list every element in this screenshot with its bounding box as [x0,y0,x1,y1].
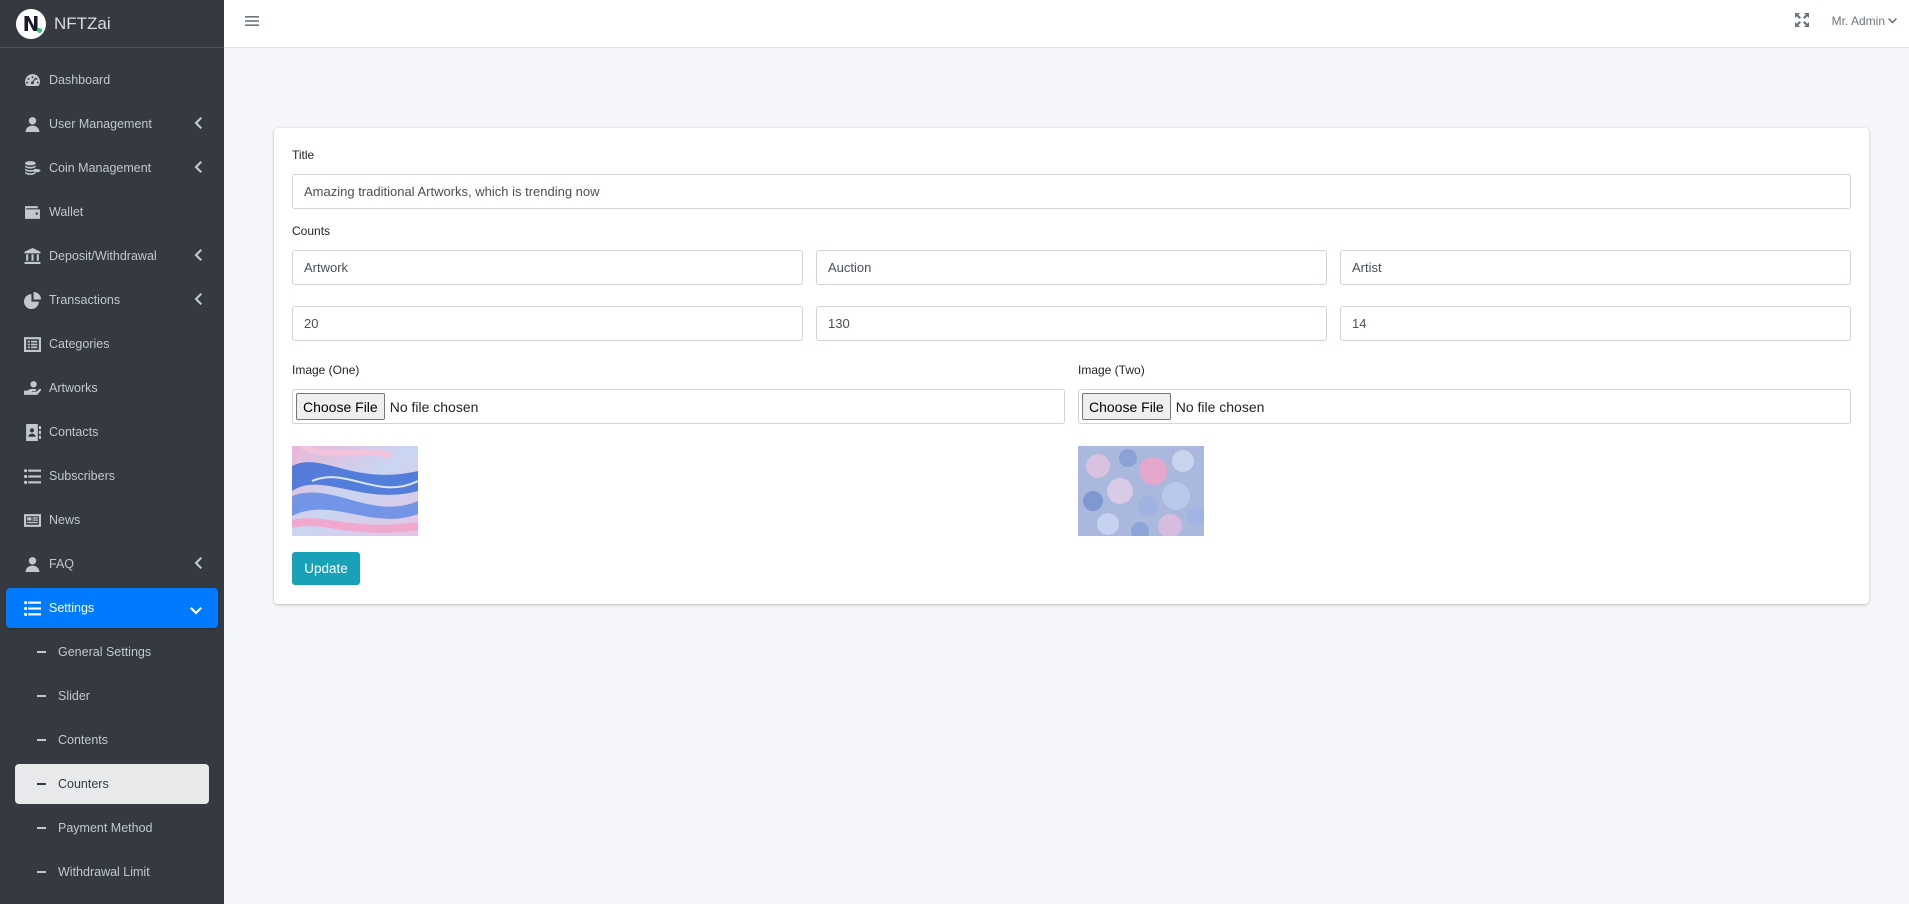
sidebar-item-categories[interactable]: Categories [6,324,218,364]
list-alt-icon [23,336,41,352]
sidebar-subitem-counters[interactable]: Counters [15,764,209,804]
sidebar-subitem-label: Slider [58,689,90,703]
sidebar-subitem-withdrawal-limit[interactable]: Withdrawal Limit [15,852,209,892]
dash-icon [37,782,46,786]
sidebar-subitem-label: Contents [58,733,109,747]
counts-label: Counts [292,224,331,238]
sidebar-subitem-label: Counters [58,777,109,791]
sidebar-item-coin-management[interactable]: Coin Management [6,148,218,188]
sidebar-item-label: Settings [49,601,95,615]
sidebar-subitem-contents[interactable]: Contents [15,720,209,760]
chevron-left-icon [194,117,202,129]
sidebar-item-label: Deposit/Withdrawal [49,249,157,263]
chevron-down-icon [190,603,202,615]
sidebar-subitem-payment-method[interactable]: Payment Method [15,808,209,848]
sidebar-item-faq[interactable]: FAQ [6,544,218,584]
sidebar-item-label: Contacts [49,425,99,439]
brand-name: NFTZai [54,13,111,33]
hand-holding-icon [23,380,41,396]
expand-arrows-icon[interactable] [1795,13,1809,27]
coins-icon [23,160,41,176]
sidebar: N NFTZai Dashboard User Management Coin … [0,0,224,904]
chevron-down-icon [1888,18,1897,24]
top-navbar: Mr. Admin [224,0,1909,48]
file-status-text: No file chosen [1175,398,1265,415]
sidebar-subitem-general-settings[interactable]: General Settings [15,632,209,672]
sidebar-item-wallet[interactable]: Wallet [6,192,218,232]
dash-icon [37,826,46,830]
sidebar-item-artworks[interactable]: Artworks [6,368,218,408]
sidebar-item-label: Transactions [49,293,121,307]
user-icon [23,116,41,132]
sidebar-item-label: FAQ [49,557,75,571]
newspaper-icon [23,512,41,528]
update-button[interactable]: Update [292,552,360,585]
dash-icon [37,650,46,654]
sidebar-item-label: Subscribers [49,469,115,483]
count-name-artist-input[interactable]: Artist [1340,250,1851,285]
choose-file-button[interactable]: Choose File [296,393,385,420]
sidebar-subitem-label: General Settings [58,645,152,659]
image-one-file-input[interactable]: Choose File No file chosen [292,389,1065,424]
bars-icon[interactable] [245,14,259,28]
tachometer-icon [23,72,41,88]
image-two-file-input[interactable]: Choose File No file chosen [1078,389,1851,424]
list-ul-icon [23,600,41,616]
dash-icon [37,870,46,874]
sidebar-item-transactions[interactable]: Transactions [6,280,218,320]
sidebar-item-subscribers[interactable]: Subscribers [6,456,218,496]
sidebar-nav: Dashboard User Management Coin Managemen… [0,48,224,628]
chevron-left-icon [194,249,202,261]
sidebar-item-label: Categories [49,337,110,351]
dash-icon [37,694,46,698]
chevron-left-icon [194,161,202,173]
sidebar-item-label: Coin Management [49,161,152,175]
counters-form-card: Title Amazing traditional Artworks, whic… [274,128,1869,604]
count-value-artist-input[interactable]: 14 [1340,306,1851,341]
sidebar-item-settings[interactable]: Settings [6,588,218,628]
sidebar-subitem-label: Payment Method [58,821,153,835]
brand-logo: N [16,8,46,39]
file-status-text: No file chosen [389,398,479,415]
count-name-artwork-input[interactable]: Artwork [292,250,803,285]
image-two-label: Image (Two) [1078,363,1145,377]
user-name: Mr. Admin [1831,14,1885,28]
title-label: Title [292,148,315,162]
count-value-artwork-input[interactable]: 20 [292,306,803,341]
image-two-preview [1078,446,1204,536]
sidebar-item-label: Wallet [49,205,84,219]
sidebar-item-dashboard[interactable]: Dashboard [6,60,218,100]
list-ul-icon [23,468,41,484]
user-icon [23,556,41,572]
pie-chart-icon [23,291,41,309]
image-one-label: Image (One) [292,363,360,377]
address-book-icon [23,423,41,441]
sidebar-subitem-slider[interactable]: Slider [15,676,209,716]
count-name-auction-input[interactable]: Auction [816,250,1327,285]
sidebar-item-label: Artworks [49,381,98,395]
chevron-left-icon [194,293,202,305]
settings-submenu: General Settings Slider Contents Counter… [0,632,224,892]
brand-logo-dot [37,27,42,33]
sidebar-item-label: Dashboard [49,73,111,87]
user-menu-dropdown[interactable]: Mr. Admin [1832,14,1897,28]
sidebar-item-label: User Management [49,117,152,131]
sidebar-item-user-management[interactable]: User Management [6,104,218,144]
title-input[interactable]: Amazing traditional Artworks, which is t… [292,174,1851,209]
sidebar-subitem-label: Withdrawal Limit [58,865,150,879]
dash-icon [37,738,46,742]
chevron-left-icon [194,557,202,569]
bank-icon [23,247,41,264]
sidebar-item-deposit-withdrawal[interactable]: Deposit/Withdrawal [6,236,218,276]
image-one-preview [292,446,418,536]
sidebar-item-contacts[interactable]: Contacts [6,412,218,452]
sidebar-item-label: News [49,513,81,527]
sidebar-item-news[interactable]: News [6,500,218,540]
brand-link[interactable]: N NFTZai [0,0,224,48]
count-value-auction-input[interactable]: 130 [816,306,1327,341]
wallet-icon [23,204,41,220]
choose-file-button[interactable]: Choose File [1082,393,1171,420]
